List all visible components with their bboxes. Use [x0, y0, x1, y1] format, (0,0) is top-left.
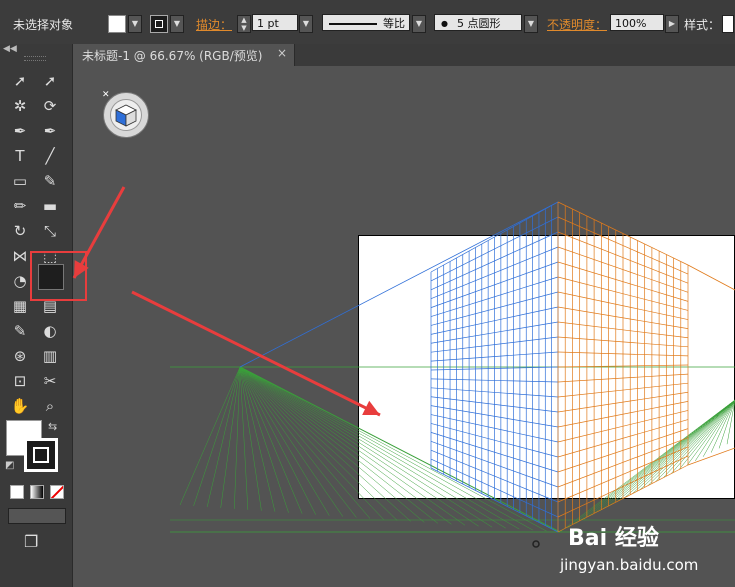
grid-widget-handle[interactable] — [532, 540, 540, 548]
ground-grid-line — [239, 366, 276, 512]
ground-grid-line — [239, 366, 493, 528]
ground-grid-line — [695, 399, 735, 462]
ground-grid-line — [663, 399, 735, 478]
ground-grid-line — [239, 366, 439, 524]
watermark-url: jingyan.baidu.com — [560, 556, 699, 574]
ground-grid-line — [239, 366, 533, 531]
ground-grid-line — [647, 399, 735, 487]
ground-grid-line — [239, 366, 561, 533]
ground-grid-line — [239, 366, 452, 525]
ground-grid-line — [615, 399, 735, 503]
ground-grid-line — [239, 366, 547, 532]
ground-grid-line — [179, 366, 241, 506]
plane-switching-widget[interactable] — [103, 92, 149, 138]
ground-grid-line — [239, 366, 357, 518]
left-grid-line — [239, 201, 559, 368]
ground-grid-line — [239, 366, 249, 510]
ground-grid-line — [710, 399, 735, 453]
ground-grid-line — [239, 366, 384, 520]
plane-cube-icon — [110, 99, 142, 131]
ground-grid-line — [239, 366, 479, 527]
ground-grid-line — [655, 399, 735, 482]
right-grid-line — [687, 447, 735, 466]
perspective-grid[interactable] — [0, 0, 735, 587]
annotation-arrow — [131, 290, 381, 417]
right-grid-line — [687, 264, 735, 291]
watermark-brand: Bai 经验 — [568, 526, 659, 551]
ground-grid-line — [607, 399, 735, 508]
ground-grid-line — [239, 366, 371, 519]
ground-grid-line — [623, 399, 735, 499]
cube-icon — [115, 104, 137, 127]
ground-grid-line — [239, 366, 506, 529]
ground-grid-line — [193, 366, 241, 507]
ground-grid-line — [639, 399, 735, 491]
